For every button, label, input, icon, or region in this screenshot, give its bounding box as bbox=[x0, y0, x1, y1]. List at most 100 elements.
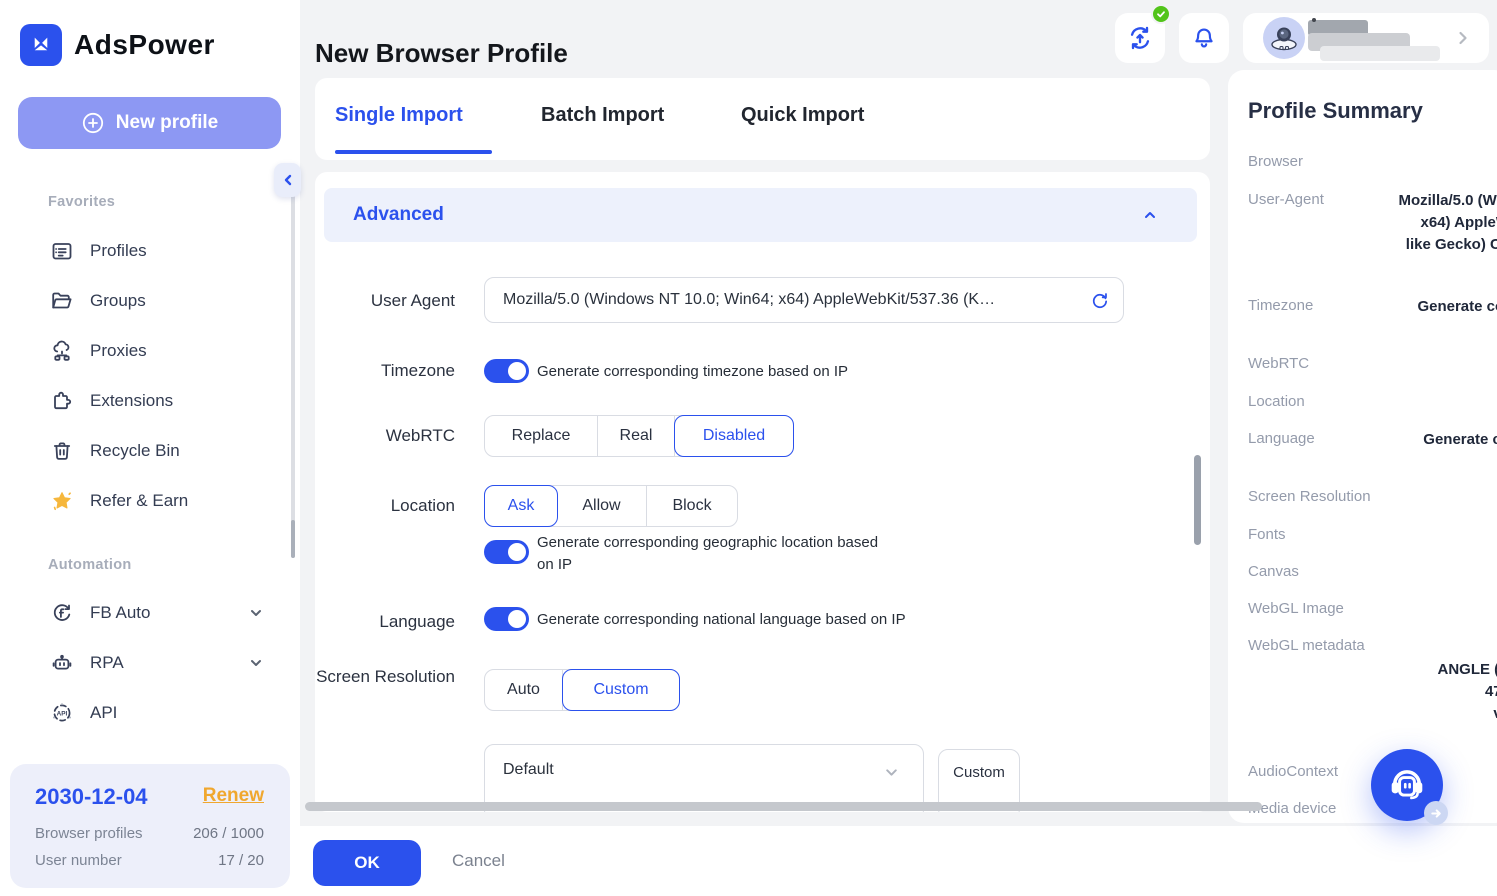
timezone-label: Timezone bbox=[315, 358, 455, 383]
profile-summary-title: Profile Summary bbox=[1248, 98, 1423, 124]
webrtc-option-real[interactable]: Real bbox=[598, 416, 675, 456]
sidebar-item-extensions[interactable]: Extensions bbox=[36, 381, 286, 421]
adspower-logo-icon bbox=[20, 24, 62, 66]
new-profile-label: New profile bbox=[116, 112, 218, 134]
username-dot bbox=[1312, 18, 1316, 22]
summary-webgl-metadata-value: ANGLE (A 470 vs bbox=[1345, 659, 1497, 725]
resolution-option-custom[interactable]: Custom bbox=[562, 669, 680, 711]
avatar bbox=[1263, 17, 1305, 59]
location-option-ask[interactable]: Ask bbox=[484, 485, 558, 527]
sidebar-item-label: Profiles bbox=[90, 241, 147, 261]
chevron-down-icon bbox=[248, 655, 264, 671]
form-footer: OK Cancel bbox=[300, 826, 1497, 896]
location-option-allow[interactable]: Allow bbox=[557, 486, 647, 526]
user-agent-input[interactable]: Mozilla/5.0 (Windows NT 10.0; Win64; x64… bbox=[484, 277, 1124, 323]
sidebar-scrollbar-thumb[interactable] bbox=[291, 520, 295, 558]
tab-quick-import[interactable]: Quick Import bbox=[741, 104, 864, 127]
extensions-icon bbox=[50, 389, 74, 413]
sidebar-item-label: Recycle Bin bbox=[90, 441, 180, 461]
groups-icon bbox=[50, 289, 74, 313]
plus-icon bbox=[81, 111, 105, 135]
sidebar-item-label: FB Auto bbox=[90, 603, 150, 623]
user-agent-value: Mozilla/5.0 (Windows NT 10.0; Win64; x64… bbox=[503, 291, 1078, 309]
api-icon: API bbox=[50, 701, 74, 725]
timezone-toggle[interactable] bbox=[484, 359, 529, 383]
language-toggle[interactable] bbox=[484, 607, 529, 631]
sidebar: AdsPower New profile Favorites Profiles … bbox=[0, 0, 300, 896]
sidebar-item-proxies[interactable]: Proxies bbox=[36, 331, 286, 371]
sidebar-collapse-button[interactable] bbox=[274, 163, 301, 197]
webrtc-segmented-control: Replace Real Disabled bbox=[484, 415, 794, 457]
chevron-right-icon bbox=[1455, 30, 1471, 46]
bell-icon bbox=[1191, 25, 1217, 51]
sidebar-item-label: Groups bbox=[90, 291, 146, 311]
language-label: Language bbox=[315, 609, 455, 634]
location-option-block[interactable]: Block bbox=[647, 486, 737, 526]
support-arrow-icon[interactable] bbox=[1424, 801, 1448, 825]
sidebar-item-label: Refer & Earn bbox=[90, 491, 188, 511]
recycle-bin-icon bbox=[50, 439, 74, 463]
star-icon bbox=[50, 489, 74, 513]
sync-icon bbox=[1126, 24, 1154, 52]
username-redacted bbox=[1320, 46, 1440, 61]
sidebar-item-fb-auto[interactable]: FB Auto bbox=[36, 593, 286, 633]
summary-timezone-value: Generate cor bbox=[1345, 296, 1497, 318]
sidebar-scrollbar-track[interactable] bbox=[291, 188, 295, 556]
subscription-card: 2030-12-04 Renew Browser profiles 206 / … bbox=[10, 764, 290, 888]
summary-timezone-label: Timezone bbox=[1248, 297, 1313, 314]
sidebar-item-api[interactable]: API API bbox=[36, 693, 286, 733]
screen-resolution-label: Screen Resolution bbox=[315, 664, 455, 689]
timezone-toggle-text: Generate corresponding timezone based on… bbox=[537, 361, 848, 383]
summary-location-label: Location bbox=[1248, 393, 1305, 410]
browser-profiles-count: 206 / 1000 bbox=[193, 825, 264, 842]
sidebar-item-label: Proxies bbox=[90, 341, 147, 361]
tab-single-import[interactable]: Single Import bbox=[335, 104, 463, 127]
location-toggle[interactable] bbox=[484, 540, 529, 564]
user-number-label: User number bbox=[35, 852, 122, 869]
chevron-up-icon bbox=[1143, 208, 1157, 222]
form-scrollbar-thumb[interactable] bbox=[1194, 455, 1201, 545]
chevron-down-icon bbox=[248, 605, 264, 621]
summary-audio-context-label: AudioContext bbox=[1248, 763, 1338, 780]
sidebar-item-rpa[interactable]: RPA bbox=[36, 643, 286, 683]
tab-batch-import[interactable]: Batch Import bbox=[541, 104, 664, 127]
sidebar-item-label: Extensions bbox=[90, 391, 173, 411]
import-tabs-card: Single Import Batch Import Quick Import bbox=[315, 78, 1210, 160]
browser-profiles-label: Browser profiles bbox=[35, 825, 143, 842]
logo-text: AdsPower bbox=[74, 29, 215, 61]
account-menu[interactable] bbox=[1243, 13, 1489, 63]
notifications-button[interactable] bbox=[1179, 13, 1229, 63]
sidebar-item-label: API bbox=[90, 703, 117, 723]
sidebar-item-groups[interactable]: Groups bbox=[36, 281, 286, 321]
automation-section-label: Automation bbox=[48, 557, 132, 573]
rpa-icon bbox=[50, 651, 74, 675]
sidebar-item-recycle-bin[interactable]: Recycle Bin bbox=[36, 431, 286, 471]
location-segmented-control: Ask Allow Block bbox=[484, 485, 738, 527]
headset-robot-icon bbox=[1386, 764, 1428, 806]
horizontal-scrollbar[interactable] bbox=[305, 802, 1262, 811]
webrtc-option-disabled[interactable]: Disabled bbox=[674, 415, 794, 457]
summary-webgl-metadata-label: WebGL metadata bbox=[1248, 637, 1365, 654]
summary-canvas-label: Canvas bbox=[1248, 563, 1299, 580]
new-profile-button[interactable]: New profile bbox=[18, 97, 281, 149]
resolution-option-auto[interactable]: Auto bbox=[485, 670, 563, 710]
webrtc-option-replace[interactable]: Replace bbox=[485, 416, 598, 456]
resolution-select-value: Default bbox=[503, 761, 554, 779]
ok-button[interactable]: OK bbox=[313, 840, 421, 886]
sync-ok-badge-icon bbox=[1151, 4, 1171, 24]
refresh-icon[interactable] bbox=[1089, 290, 1110, 311]
sidebar-item-refer-earn[interactable]: Refer & Earn bbox=[36, 481, 286, 521]
user-agent-label: User Agent bbox=[315, 288, 455, 313]
profiles-icon bbox=[50, 239, 74, 263]
advanced-section-header[interactable]: Advanced bbox=[324, 188, 1197, 242]
cancel-button[interactable]: Cancel bbox=[452, 851, 505, 871]
screen-resolution-segmented-control: Auto Custom bbox=[484, 669, 680, 711]
summary-webrtc-label: WebRTC bbox=[1248, 355, 1309, 372]
page-title: New Browser Profile bbox=[315, 38, 568, 69]
single-import-form: Advanced User Agent Mozilla/5.0 (Windows… bbox=[315, 172, 1210, 812]
sidebar-item-profiles[interactable]: Profiles bbox=[36, 231, 286, 271]
summary-screen-resolution-label: Screen Resolution bbox=[1248, 488, 1371, 505]
renew-link[interactable]: Renew bbox=[203, 785, 264, 807]
favorites-section-label: Favorites bbox=[48, 194, 115, 210]
profile-summary-panel: Profile Summary Browser User-Agent Mozil… bbox=[1228, 70, 1497, 823]
